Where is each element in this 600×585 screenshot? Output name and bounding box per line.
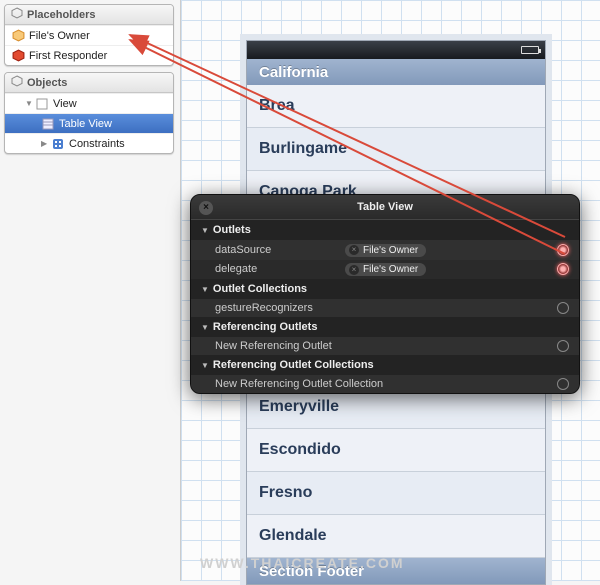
connection-port[interactable] (557, 302, 569, 314)
connection-port[interactable] (557, 244, 569, 256)
constraints-label: Constraints (69, 138, 125, 150)
first-responder-label: First Responder (29, 50, 107, 62)
cell-label: Fresno (259, 484, 312, 502)
referencing-outlet-collections-section-header[interactable]: ▼ Referencing Outlet Collections (191, 355, 579, 375)
objects-header[interactable]: Objects (5, 73, 173, 93)
status-bar (247, 41, 545, 59)
outlet-name: New Referencing Outlet (215, 340, 557, 352)
table-view-row[interactable]: Table View (5, 113, 173, 133)
outlet-row-new-ref-coll[interactable]: New Referencing Outlet Collection (191, 375, 579, 393)
disclosure-triangle-icon: ▼ (201, 323, 209, 332)
table-cell[interactable]: Burlingame (247, 128, 545, 171)
outlets-section-header[interactable]: ▼ Outlets (191, 220, 579, 240)
table-cell[interactable]: Escondido (247, 429, 545, 472)
first-responder-row[interactable]: First Responder (5, 45, 173, 65)
cell-label: Emeryville (259, 398, 339, 416)
view-label: View (53, 98, 77, 110)
table-cell[interactable]: Fresno (247, 472, 545, 515)
disclosure-triangle-icon[interactable]: ▶ (41, 139, 51, 148)
disclosure-triangle-icon: ▼ (201, 361, 209, 370)
files-owner-row[interactable]: File's Owner (5, 25, 173, 45)
first-responder-icon (11, 49, 25, 63)
connection-pill[interactable]: × File's Owner (345, 263, 426, 276)
outlet-collections-label: Outlet Collections (213, 283, 307, 295)
table-view-icon (41, 117, 55, 131)
section-header-label: California (259, 64, 328, 81)
outlet-name: delegate (215, 263, 345, 275)
placeholders-label: Placeholders (27, 9, 95, 21)
connections-inspector-popover[interactable]: × Table View ▼ Outlets dataSource × File… (190, 194, 580, 394)
connection-port[interactable] (557, 378, 569, 390)
referencing-outlet-collections-label: Referencing Outlet Collections (213, 359, 374, 371)
connection-port[interactable] (557, 263, 569, 275)
connection-target-label: File's Owner (363, 264, 418, 275)
files-owner-label: File's Owner (29, 30, 90, 42)
hud-title-bar: × Table View (191, 195, 579, 220)
cell-label: Glendale (259, 527, 327, 545)
outlet-name: New Referencing Outlet Collection (215, 378, 557, 390)
outlet-row-new-ref[interactable]: New Referencing Outlet (191, 337, 579, 355)
placeholders-panel: Placeholders File's Owner First Responde… (4, 4, 174, 66)
outlet-row-delegate[interactable]: delegate × File's Owner (191, 260, 579, 280)
table-view-label: Table View (59, 118, 112, 130)
table-cell[interactable]: Brea (247, 85, 545, 128)
document-outline: Placeholders File's Owner First Responde… (4, 4, 174, 160)
objects-panel: Objects ▼ View Table View ▶ Constraints (4, 72, 174, 154)
outlet-name: gestureRecognizers (215, 302, 345, 314)
constraints-icon (51, 137, 65, 151)
table-cell[interactable]: Glendale (247, 515, 545, 558)
referencing-outlets-section-header[interactable]: ▼ Referencing Outlets (191, 317, 579, 337)
cube-icon (11, 7, 23, 22)
watermark-text: WWW.THAICREATE.COM (200, 555, 405, 571)
outlet-name: dataSource (215, 244, 345, 256)
disclosure-triangle-icon[interactable]: ▼ (25, 99, 35, 108)
referencing-outlets-label: Referencing Outlets (213, 321, 318, 333)
close-icon[interactable]: × (199, 201, 213, 215)
section-header: California (247, 59, 545, 85)
cube-icon (11, 75, 23, 90)
disclosure-triangle-icon: ▼ (201, 285, 209, 294)
view-row[interactable]: ▼ View (5, 93, 173, 113)
files-owner-icon (11, 29, 25, 43)
outlet-row-datasource[interactable]: dataSource × File's Owner (191, 240, 579, 260)
outlets-label: Outlets (213, 224, 251, 236)
battery-icon (521, 46, 539, 54)
cell-label: Burlingame (259, 140, 347, 158)
hud-title-label: Table View (357, 201, 413, 213)
connection-port[interactable] (557, 340, 569, 352)
outlet-row-gesture[interactable]: gestureRecognizers (191, 299, 579, 317)
connection-pill[interactable]: × File's Owner (345, 244, 426, 257)
watermark: WWW.THAICREATE.COM (200, 555, 405, 571)
objects-label: Objects (27, 77, 67, 89)
disclosure-triangle-icon: ▼ (201, 226, 209, 235)
connection-target-label: File's Owner (363, 245, 418, 256)
constraints-row[interactable]: ▶ Constraints (5, 133, 173, 153)
placeholders-header[interactable]: Placeholders (5, 5, 173, 25)
disconnect-icon[interactable]: × (349, 245, 359, 255)
cell-label: Escondido (259, 441, 341, 459)
cell-label: Brea (259, 97, 295, 115)
disconnect-icon[interactable]: × (349, 265, 359, 275)
view-icon (35, 97, 49, 111)
outlet-collections-section-header[interactable]: ▼ Outlet Collections (191, 279, 579, 299)
